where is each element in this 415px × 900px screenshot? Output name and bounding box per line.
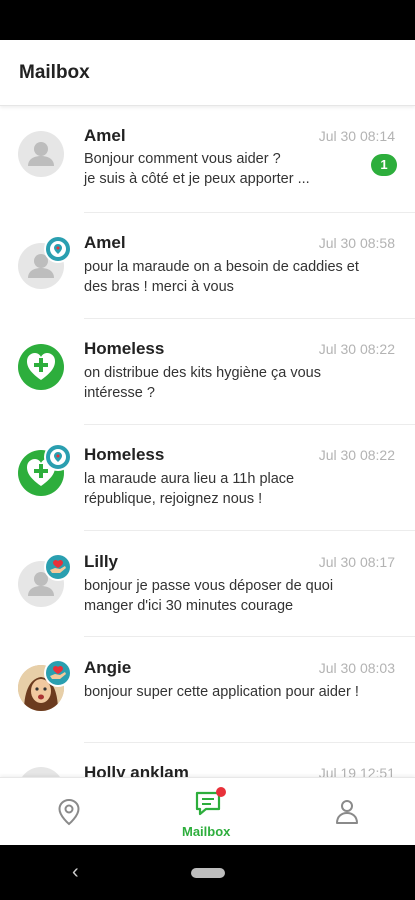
location-pin-icon [44,235,72,263]
conversation-row[interactable]: Homeless Jul 30 08:22 la maraude aura li… [0,425,415,531]
status-bar [0,0,415,40]
conversation-row[interactable]: Amel Jul 30 08:14 Bonjour comment vous a… [0,107,415,213]
message-preview: Bonjour comment vous aider ? je suis à c… [84,151,310,187]
message-time: Jul 30 08:22 [318,447,395,463]
message-preview: bonjour je passe vous déposer de quoi ma… [84,578,334,614]
conversation-row[interactable]: Lilly Jul 30 08:17 bonjour je passe vous… [0,531,415,637]
location-pin-icon [44,443,72,471]
back-icon[interactable]: ‹ [72,861,79,884]
sender-name: Homeless [84,339,165,358]
sender-name: Holly anklam [84,763,189,777]
message-time: Jul 30 08:03 [318,660,395,676]
message-time: Jul 30 08:22 [318,341,395,357]
nav-mailbox-label: Mailbox [182,824,231,839]
sender-name: Angie [84,658,132,677]
message-preview: on distribue des kits hygiène ça vous in… [84,365,321,401]
message-time: Jul 30 08:58 [318,235,395,251]
message-time: Jul 19 12:51 [318,765,395,777]
message-time: Jul 30 08:14 [318,128,395,144]
conversation-row[interactable]: Amel Jul 30 08:58 pour la maraude on a b… [0,213,415,319]
person-avatar [18,767,64,777]
page-title: Mailbox [19,62,90,83]
person-avatar [18,131,64,177]
system-navigation-bar: ‹ [0,845,415,900]
person-icon [336,800,358,824]
giving-hand-icon [44,659,72,687]
sender-name: Amel [84,126,126,145]
bottom-navigation: Mailbox [0,777,415,845]
sender-name: Amel [84,233,126,252]
nav-profile-tab[interactable] [318,778,378,846]
giving-hand-icon [44,553,72,581]
home-pill[interactable] [191,868,225,878]
sender-name: Lilly [84,552,119,571]
unread-count-badge: 1 [371,154,397,176]
conversation-list[interactable]: Amel Jul 30 08:14 Bonjour comment vous a… [0,107,415,777]
heart-plus-logo [18,344,64,390]
message-preview: la maraude aura lieu a 11h place républi… [84,471,295,507]
nav-mailbox-tab[interactable]: Mailbox [170,778,246,846]
message-time: Jul 30 08:17 [318,554,395,570]
nav-map-tab[interactable] [40,778,100,846]
location-pin-icon [58,798,80,826]
message-preview: bonjour super cette application pour aid… [84,684,359,700]
message-preview: pour la maraude on a besoin de caddies e… [84,259,359,295]
sender-name: Homeless [84,445,165,464]
conversation-row[interactable]: Homeless Jul 30 08:22 on distribue des k… [0,319,415,425]
conversation-row[interactable]: Holly anklam Jul 19 12:51 [0,743,415,777]
app-header: Mailbox [0,40,415,106]
conversation-row[interactable]: Angie Jul 30 08:03 bonjour super cette a… [0,637,415,743]
notification-dot [216,787,226,797]
